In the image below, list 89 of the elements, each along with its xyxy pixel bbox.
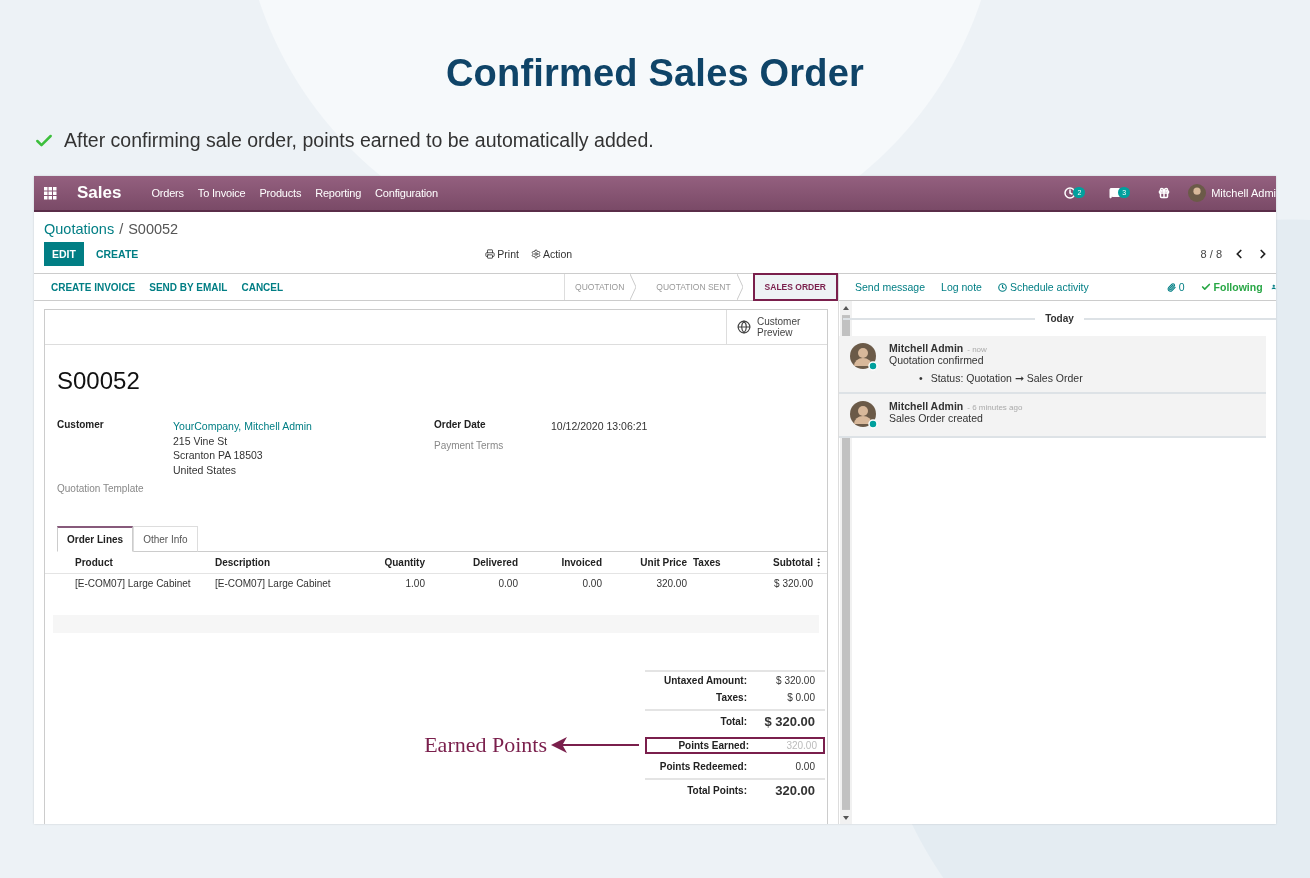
table-cell-text: 1.00 <box>404 577 425 591</box>
status-stage[interactable]: SALES ORDER <box>752 273 838 301</box>
total-value: $ 320.00 <box>763 714 815 729</box>
menu-item[interactable]: Reporting <box>315 187 362 199</box>
arrow-icon <box>551 737 639 753</box>
total-label: Total Points: <box>686 785 747 796</box>
column-header: Invoiced <box>560 556 602 570</box>
customer-link[interactable]: YourCompany, Mitchell Admin <box>173 419 434 434</box>
list-bullet: • <box>919 372 923 384</box>
column-header: Quantity <box>383 556 425 570</box>
paperclip-icon <box>1166 282 1176 292</box>
avatar-icon <box>849 400 879 430</box>
table-cell-text: 0.00 <box>581 577 602 591</box>
chatter-action[interactable]: Log note <box>933 281 990 293</box>
avatar-icon <box>849 342 879 372</box>
printer-icon <box>485 249 496 259</box>
user-menu[interactable]: Mitchell Admi <box>1188 184 1276 202</box>
message-time: - 6 minutes ago <box>967 403 1023 412</box>
total-label: Taxes: <box>715 692 747 703</box>
table-cell-text: 320.00 <box>655 577 687 591</box>
message-author: Mitchell Admin <box>889 342 964 354</box>
header-button[interactable]: SEND BY EMAIL <box>142 281 235 293</box>
header-button[interactable]: CANCEL <box>234 281 291 293</box>
field-label: Quotation Template <box>57 483 145 494</box>
header-button[interactable]: CREATE INVOICE <box>44 281 143 293</box>
page-title: Confirmed Sales Order <box>445 52 865 95</box>
clock-icon <box>1064 187 1077 199</box>
globe-icon <box>737 320 751 334</box>
breadcrumb-current: S00052 <box>128 221 179 237</box>
field-label: Customer <box>57 419 105 432</box>
follow-button[interactable]: Following <box>1192 281 1271 293</box>
message-text: Quotation confirmed <box>889 354 985 366</box>
message-text: Sales Order created <box>889 412 984 424</box>
message-author: Mitchell Admin <box>889 400 964 412</box>
chatter-action[interactable]: Schedule activity <box>989 281 1097 293</box>
total-label: Total: <box>719 716 747 727</box>
chatter-action[interactable]: Send message <box>847 281 934 293</box>
table-cell-text: 0.00 <box>497 577 518 591</box>
field-label: Order Date <box>434 419 487 432</box>
table-cell-text: [E-COM07] Large Cabinet <box>215 577 332 591</box>
column-header: Subtotal <box>772 556 813 570</box>
address-line: United States <box>173 462 238 477</box>
total-value: 320.00 <box>785 739 817 751</box>
edit-button[interactable]: EDIT <box>44 242 84 266</box>
apps-menu-icon[interactable] <box>44 186 57 200</box>
avatar-icon <box>1188 184 1207 202</box>
menu-item[interactable]: Products <box>259 187 302 199</box>
total-value: $ 0.00 <box>786 692 815 703</box>
total-label: Points Earned: <box>677 739 749 751</box>
create-button[interactable]: CREATE <box>87 242 147 266</box>
total-value: 320.00 <box>774 783 815 798</box>
total-value: $ 320.00 <box>775 675 815 686</box>
tracking-change: Status: Quotation ➞ Sales Order <box>930 372 1083 384</box>
breadcrumb-separator: / <box>119 221 124 237</box>
field-value: 10/12/2020 13:06:21 <box>551 419 649 434</box>
column-header: Unit Price <box>639 556 687 570</box>
date-separator: Today <box>1045 313 1074 324</box>
column-header: Taxes <box>692 556 722 570</box>
check-icon <box>1200 282 1211 292</box>
table-cell-text: [E-COM07] Large Cabinet <box>75 577 192 591</box>
tab[interactable]: Other Info <box>133 526 198 552</box>
followers-icon[interactable] <box>1270 282 1276 292</box>
gear-icon <box>530 249 541 259</box>
total-value: 0.00 <box>794 761 815 772</box>
menu-item[interactable]: Orders <box>151 187 184 199</box>
gift-icon[interactable] <box>1158 187 1171 199</box>
total-label: Points Redeemed: <box>658 761 747 772</box>
message-time: - now <box>967 345 987 354</box>
tab[interactable]: Order Lines <box>57 526 134 552</box>
callout-label: Earned Points <box>424 732 547 758</box>
breadcrumb-link[interactable]: Quotations <box>44 221 115 237</box>
pager-counter: 8 / 8 <box>1200 248 1222 260</box>
column-header: Description <box>215 556 271 570</box>
address-line: 215 Vine St <box>173 433 229 448</box>
column-header: Delivered <box>471 556 518 570</box>
order-number: S00052 <box>56 366 141 395</box>
table-cell-text: $ 320.00 <box>773 577 813 591</box>
attachments-button[interactable]: 0 <box>1158 281 1193 293</box>
print-dropdown[interactable]: Print <box>485 248 519 260</box>
action-dropdown[interactable]: Action <box>530 248 573 260</box>
menu-item[interactable]: To Invoice <box>197 187 246 199</box>
field-label: Payment Terms <box>434 439 505 451</box>
total-label: Untaxed Amount: <box>663 675 747 686</box>
app-name: Sales <box>77 183 122 203</box>
clock-icon <box>997 282 1007 292</box>
bullet-text: After confirming sale order, points earned to be automatically added. <box>64 129 654 152</box>
address-line: Scranton PA 18503 <box>173 448 264 463</box>
column-header: Product <box>75 556 114 570</box>
menu-item[interactable]: Configuration <box>375 187 438 199</box>
